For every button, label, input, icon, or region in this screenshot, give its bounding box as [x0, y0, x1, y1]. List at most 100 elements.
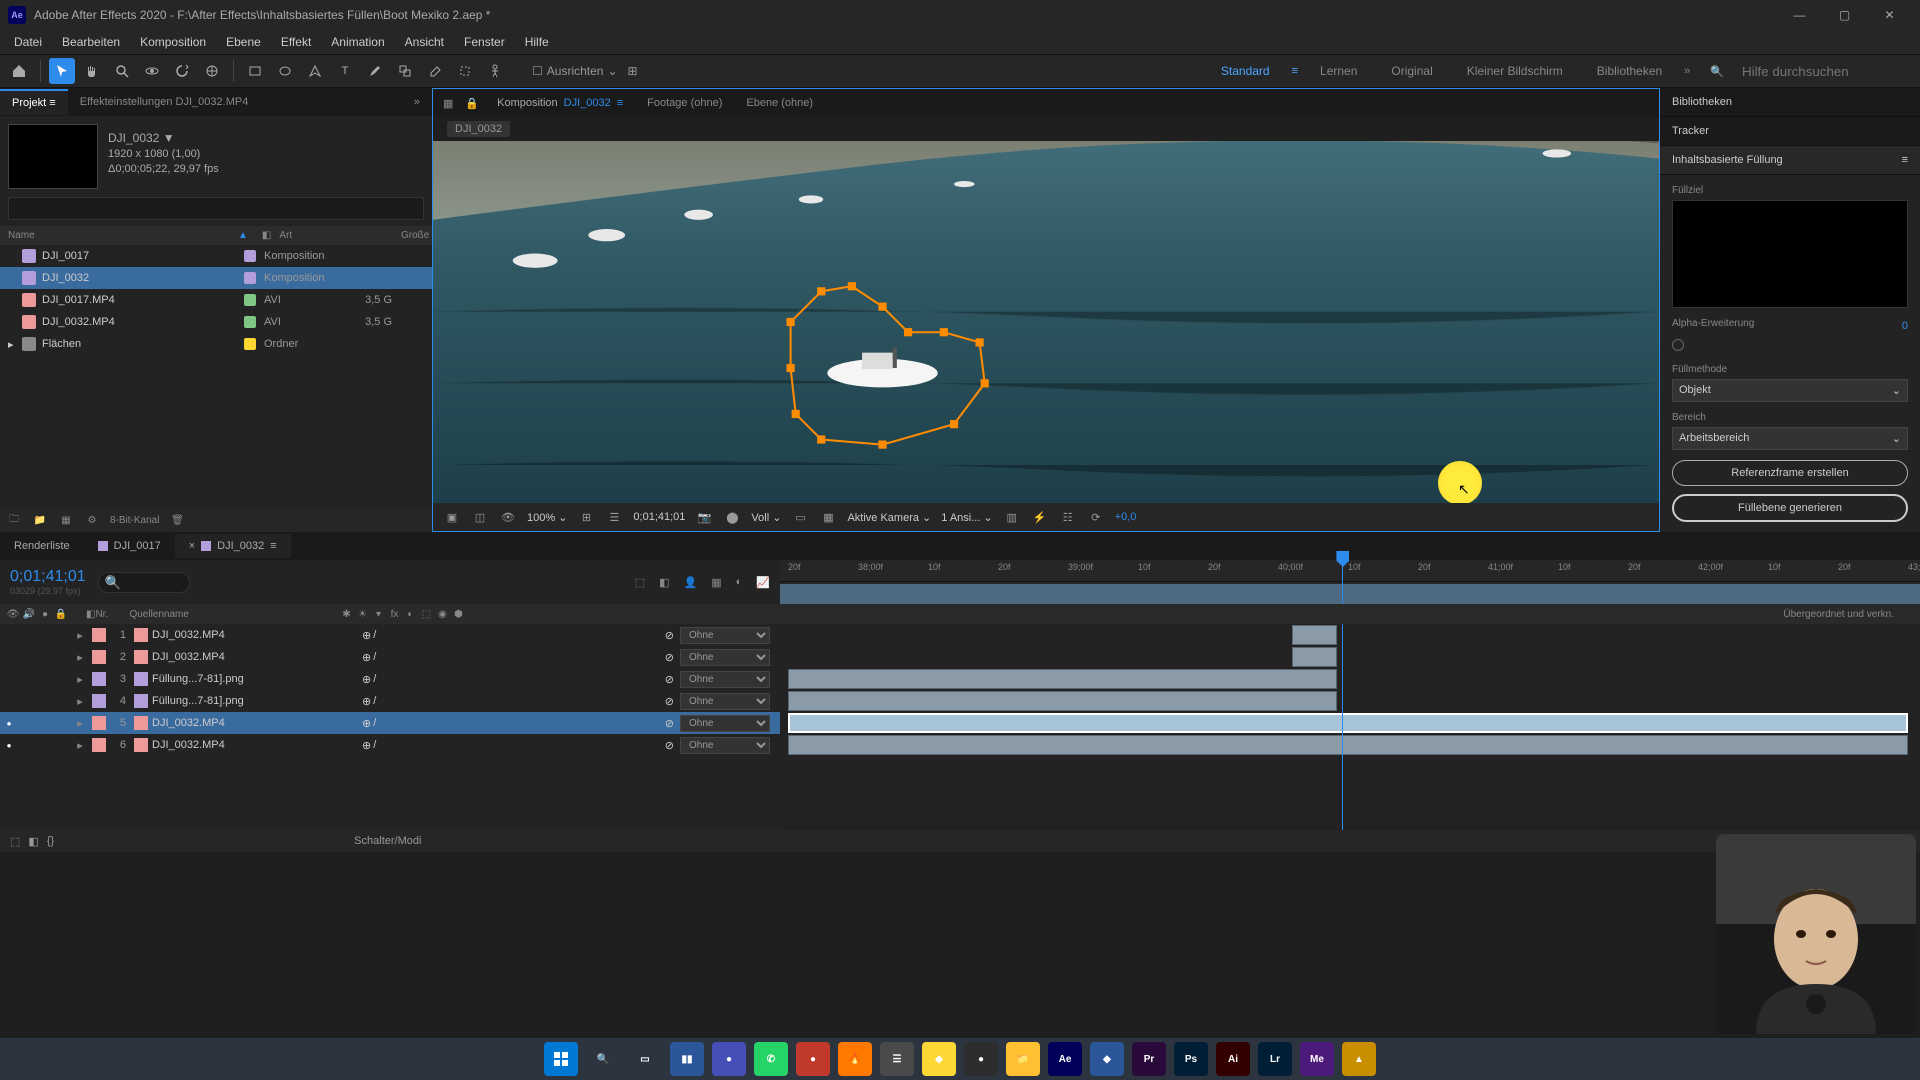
text-tool[interactable]: T — [332, 58, 358, 84]
snap-option-icon[interactable]: ⊞ — [628, 64, 638, 78]
selection-tool[interactable] — [49, 58, 75, 84]
panel-menu-icon[interactable]: ≡ — [1902, 154, 1908, 166]
rotation-tool[interactable] — [169, 58, 195, 84]
roto-tool[interactable] — [452, 58, 478, 84]
timeline-icon[interactable]: ☷ — [1059, 508, 1077, 526]
generate-fill-layer-button[interactable]: Füllebene generieren — [1672, 494, 1908, 522]
fill-method-select[interactable]: Objekt⌄ — [1672, 379, 1908, 402]
workspace-overflow-icon[interactable]: » — [1684, 65, 1690, 77]
snapping-checkbox[interactable]: ☐ Ausrichten ⌄ ⊞ — [532, 64, 638, 78]
layer-row[interactable]: ▸ 1 DJI_0032.MP4 ⊕/ ⊘ Ohne — [0, 624, 780, 646]
new-comp-icon[interactable]: ▦ — [58, 512, 74, 528]
parent-link[interactable]: ⊘ Ohne — [665, 649, 770, 666]
project-list[interactable]: DJI_0017 Komposition DJI_0032 Kompositio… — [0, 245, 432, 508]
current-time-display[interactable]: 0;01;41;01 — [10, 568, 86, 586]
layer-label-color[interactable] — [92, 650, 106, 664]
label-color-swatch[interactable] — [244, 294, 256, 306]
layer-label-color[interactable] — [92, 628, 106, 642]
transparent-grid-icon[interactable]: ▦ — [819, 508, 837, 526]
visibility-toggle[interactable] — [0, 739, 18, 751]
interpret-footage-icon[interactable]: 🗀 — [6, 512, 22, 528]
layer-row[interactable]: ▸ 6 DJI_0032.MP4 ⊕/ ⊘ Ohne — [0, 734, 780, 756]
libraries-tab[interactable]: Bibliotheken — [1660, 88, 1920, 117]
timeline-search-input[interactable] — [98, 572, 190, 593]
workspace-menu-icon[interactable]: ≡ — [1292, 65, 1298, 77]
timecode-display[interactable]: 0;01;41;01 — [633, 511, 685, 523]
content-aware-fill-tab[interactable]: Inhaltsbasierte Füllung ≡ — [1660, 146, 1920, 175]
taskbar-app-icon[interactable] — [544, 1042, 578, 1076]
parent-select[interactable]: Ohne — [680, 649, 770, 666]
exposure-value[interactable]: +0,0 — [1115, 511, 1137, 523]
layer-label-color[interactable] — [92, 672, 106, 686]
taskbar-app-icon[interactable]: Ai — [1216, 1042, 1250, 1076]
twirl-icon[interactable]: ▸ — [72, 673, 88, 686]
ellipse-tool[interactable] — [272, 58, 298, 84]
label-color-swatch[interactable] — [244, 316, 256, 328]
comp-breadcrumb[interactable]: DJI_0032 — [433, 117, 1659, 141]
comp-lock-icon[interactable]: ▦ — [437, 97, 459, 110]
flowchart-icon[interactable]: ⟳ — [1087, 508, 1105, 526]
layer-switches[interactable]: ⊕/ — [362, 629, 482, 642]
layer-tab[interactable]: Ebene (ohne) — [734, 91, 825, 115]
render-queue-tab[interactable]: Renderliste — [0, 534, 84, 558]
taskbar-app-icon[interactable]: ● — [712, 1042, 746, 1076]
shy-icon[interactable]: 👤 — [684, 576, 698, 589]
timeline-tab-2[interactable]: ×DJI_0032 ≡ — [175, 534, 291, 558]
project-item[interactable]: ▸ Flächen Ordner — [0, 333, 432, 355]
comp-mini-flowchart-icon[interactable]: ⬚ — [635, 576, 645, 589]
layer-name[interactable]: DJI_0032.MP4 — [152, 651, 362, 663]
puppet-tool[interactable] — [482, 58, 508, 84]
menu-bearbeiten[interactable]: Bearbeiten — [52, 35, 130, 49]
menu-komposition[interactable]: Komposition — [130, 35, 216, 49]
label-color-swatch[interactable] — [244, 272, 256, 284]
layer-switches[interactable]: ⊕/ — [362, 739, 482, 752]
zoom-tool[interactable] — [109, 58, 135, 84]
workspace-kleiner[interactable]: Kleiner Bildschirm — [1455, 64, 1575, 78]
layer-bar[interactable] — [788, 713, 1908, 733]
twirl-icon[interactable]: ▸ — [72, 739, 88, 752]
alpha-expansion-value[interactable]: 0 — [1902, 320, 1908, 332]
layer-name[interactable]: Füllung...7-81].png — [152, 673, 362, 685]
help-search-input[interactable] — [1734, 60, 1914, 83]
menu-animation[interactable]: Animation — [321, 35, 394, 49]
parent-select[interactable]: Ohne — [680, 627, 770, 644]
timeline-ruler-area[interactable]: 20f38;00f10f20f39;00f10f20f40;00f10f20f4… — [780, 560, 1920, 604]
mask-toggle-icon[interactable]: ▣ — [443, 508, 461, 526]
range-select[interactable]: Arbeitsbereich⌄ — [1672, 427, 1908, 450]
workspace-bibliotheken[interactable]: Bibliotheken — [1585, 64, 1674, 78]
timeline-tracks[interactable] — [780, 624, 1920, 830]
fast-preview-icon[interactable]: ⚡ — [1031, 508, 1049, 526]
new-folder-icon[interactable]: 📁 — [32, 512, 48, 528]
graph-editor-icon[interactable]: 📈 — [756, 576, 770, 589]
taskbar-app-icon[interactable]: ◆ — [1090, 1042, 1124, 1076]
layer-bar[interactable] — [788, 691, 1337, 711]
home-tool[interactable] — [6, 58, 32, 84]
taskbar-app-icon[interactable]: ▭ — [628, 1042, 662, 1076]
pixel-aspect-icon[interactable]: ▥ — [1003, 508, 1021, 526]
layer-bar[interactable] — [788, 669, 1337, 689]
parent-select[interactable]: Ohne — [680, 693, 770, 710]
source-col-header[interactable]: Quellenname — [129, 609, 339, 620]
layer-row[interactable]: ▸ 5 DJI_0032.MP4 ⊕/ ⊘ Ohne — [0, 712, 780, 734]
project-tab[interactable]: Projekt ≡ — [0, 89, 68, 115]
layer-row[interactable]: ▸ 4 Füllung...7-81].png ⊕/ ⊘ Ohne — [0, 690, 780, 712]
col-size-header[interactable]: Große — [369, 230, 429, 241]
parent-select[interactable]: Ohne — [680, 671, 770, 688]
project-search-input[interactable] — [8, 197, 424, 220]
layer-bar[interactable] — [1292, 625, 1337, 645]
res-select[interactable]: Voll ⌄ — [751, 511, 781, 524]
guides-icon[interactable]: ☰ — [605, 508, 623, 526]
workspace-standard[interactable]: Standard — [1209, 64, 1282, 78]
transparency-icon[interactable]: ◫ — [471, 508, 489, 526]
visibility-toggle[interactable] — [0, 717, 18, 729]
channel-icon[interactable]: ⬤ — [723, 508, 741, 526]
twirl-icon[interactable]: ▸ — [72, 717, 88, 730]
project-depth-label[interactable]: 8-Bit-Kanal — [110, 515, 159, 526]
parent-link[interactable]: ⊘ Ohne — [665, 627, 770, 644]
taskbar-app-icon[interactable]: 🔍 — [586, 1042, 620, 1076]
parent-select[interactable]: Ohne — [680, 737, 770, 754]
timeline-layers-list[interactable]: ▸ 1 DJI_0032.MP4 ⊕/ ⊘ Ohne ▸ 2 DJI_0032.… — [0, 624, 780, 830]
rect-tool[interactable] — [242, 58, 268, 84]
twirl-icon[interactable]: ▸ — [72, 629, 88, 642]
eraser-tool[interactable] — [422, 58, 448, 84]
